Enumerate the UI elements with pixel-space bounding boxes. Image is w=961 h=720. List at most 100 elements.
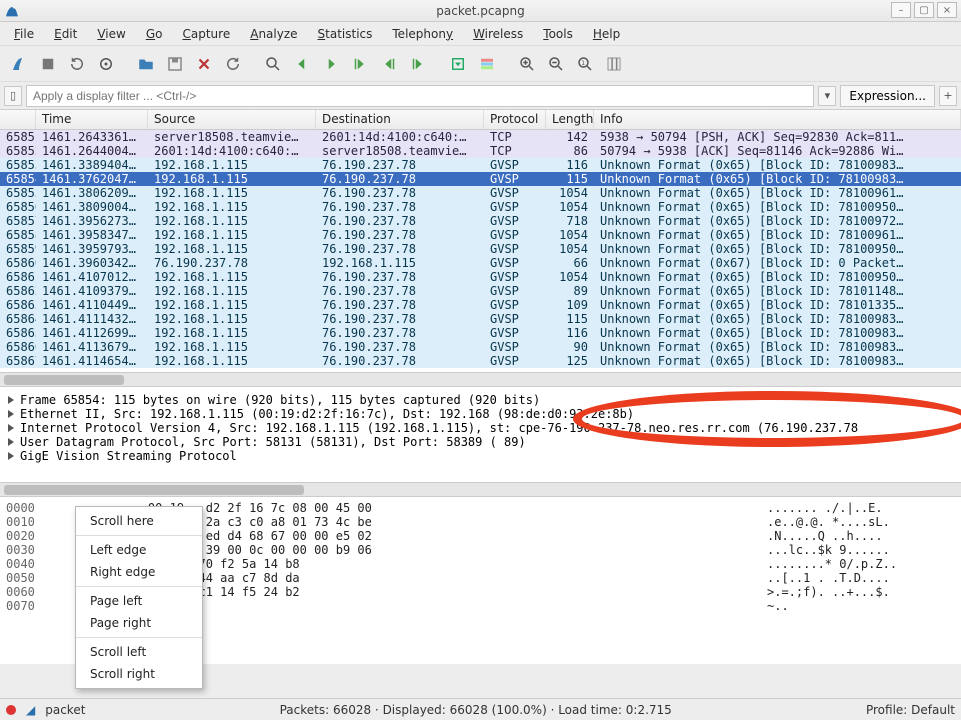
restart-icon[interactable] (64, 51, 90, 77)
col-header-dest[interactable]: Destination (316, 110, 484, 129)
packet-list-header: Time Source Destination Protocol Length … (0, 110, 961, 130)
menu-analyze[interactable]: Analyze (242, 24, 305, 44)
minimize-button[interactable]: – (891, 2, 911, 18)
autoscroll-icon[interactable] (445, 51, 471, 77)
col-header-length[interactable]: Length (546, 110, 594, 129)
table-row[interactable]: 658511461.2643361…server18508.teamvie…26… (0, 130, 961, 144)
table-row[interactable]: 658581461.3958347…192.168.1.11576.190.23… (0, 228, 961, 242)
expand-icon[interactable] (8, 410, 14, 418)
detail-line: Ethernet II, Src: 192.168.1.115 (00:19:d… (20, 407, 634, 421)
options-icon[interactable] (93, 51, 119, 77)
open-icon[interactable] (133, 51, 159, 77)
capture-icon: ◢ (26, 703, 35, 717)
add-filter-button[interactable]: + (939, 86, 957, 106)
expand-icon[interactable] (8, 424, 14, 432)
table-row[interactable]: 658611461.4107012…192.168.1.11576.190.23… (0, 270, 961, 284)
close-file-icon[interactable] (191, 51, 217, 77)
status-profile[interactable]: Profile: Default (866, 703, 955, 717)
zoom-reset-icon[interactable]: 1 (572, 51, 598, 77)
save-icon[interactable] (162, 51, 188, 77)
jump-icon[interactable] (347, 51, 373, 77)
details-hscroll[interactable] (0, 482, 961, 496)
col-header-source[interactable]: Source (148, 110, 316, 129)
table-row[interactable]: 658631461.4110449…192.168.1.11576.190.23… (0, 298, 961, 312)
zoom-out-icon[interactable] (543, 51, 569, 77)
first-icon[interactable] (376, 51, 402, 77)
expand-icon[interactable] (8, 396, 14, 404)
status-packets: Packets: 66028 · Displayed: 66028 (100.0… (95, 703, 856, 717)
table-row[interactable]: 658561461.3809004…192.168.1.11576.190.23… (0, 200, 961, 214)
ctx-page-left[interactable]: Page left (76, 590, 202, 612)
menu-tools[interactable]: Tools (535, 24, 581, 44)
menu-wireless[interactable]: Wireless (465, 24, 531, 44)
table-row[interactable]: 658641461.4111432…192.168.1.11576.190.23… (0, 312, 961, 326)
menu-help[interactable]: Help (585, 24, 628, 44)
table-row[interactable]: 658671461.4114654…192.168.1.11576.190.23… (0, 354, 961, 368)
table-row[interactable]: 658551461.3806209…192.168.1.11576.190.23… (0, 186, 961, 200)
find-icon[interactable] (260, 51, 286, 77)
ctx-left-edge[interactable]: Left edge (76, 539, 202, 561)
titlebar: packet.pcapng – ▢ × (0, 0, 961, 22)
prev-icon[interactable] (289, 51, 315, 77)
packet-list: Time Source Destination Protocol Length … (0, 110, 961, 386)
table-row[interactable]: 658521461.2644004…2601:14d:4100:c640:…se… (0, 144, 961, 158)
menu-view[interactable]: View (89, 24, 133, 44)
table-row[interactable]: 658661461.4113679…192.168.1.11576.190.23… (0, 340, 961, 354)
close-button[interactable]: × (937, 2, 957, 18)
table-row[interactable]: 658621461.4109379…192.168.1.11576.190.23… (0, 284, 961, 298)
menu-file[interactable]: File (6, 24, 42, 44)
col-header-no[interactable] (0, 110, 36, 129)
hex-ascii: ....... ./.|..E. .e..@.@. *....sL. .N...… (767, 501, 957, 660)
bookmark-icon[interactable]: ▯ (4, 86, 22, 106)
ctx-scroll-here[interactable]: Scroll here (76, 510, 202, 532)
last-icon[interactable] (405, 51, 431, 77)
filter-dropdown-icon[interactable]: ▾ (818, 86, 836, 106)
col-header-protocol[interactable]: Protocol (484, 110, 546, 129)
menu-go[interactable]: Go (138, 24, 171, 44)
col-header-info[interactable]: Info (594, 110, 961, 129)
reload-icon[interactable] (220, 51, 246, 77)
ctx-page-right[interactable]: Page right (76, 612, 202, 634)
resize-columns-icon[interactable] (601, 51, 627, 77)
filter-bar: ▯ ▾ Expression... + (0, 82, 961, 110)
status-bar: ◢ packet Packets: 66028 · Displayed: 660… (0, 698, 961, 720)
menu-edit[interactable]: Edit (46, 24, 85, 44)
expert-info-icon[interactable] (6, 705, 16, 715)
expression-button[interactable]: Expression... (840, 85, 935, 107)
shark-fin-icon[interactable] (6, 51, 32, 77)
hex-offsets: 0000 0010 0020 0030 0040 0050 0060 0070 (6, 501, 54, 660)
table-row[interactable]: 658531461.3389404…192.168.1.11576.190.23… (0, 158, 961, 172)
detail-line: GigE Vision Streaming Protocol (20, 449, 237, 463)
toolbar: 1 (0, 46, 961, 82)
menu-statistics[interactable]: Statistics (310, 24, 381, 44)
maximize-button[interactable]: ▢ (914, 2, 934, 18)
ctx-scroll-left[interactable]: Scroll left (76, 641, 202, 663)
table-row[interactable]: 658541461.3762047…192.168.1.11576.190.23… (0, 172, 961, 186)
menu-capture[interactable]: Capture (174, 24, 238, 44)
packet-details[interactable]: Frame 65854: 115 bytes on wire (920 bits… (0, 386, 961, 482)
display-filter-input[interactable] (26, 85, 814, 107)
scroll-context-menu: Scroll here Left edge Right edge Page le… (75, 506, 203, 689)
detail-line: User Datagram Protocol, Src Port: 58131 … (20, 435, 526, 449)
col-header-time[interactable]: Time (36, 110, 148, 129)
table-row[interactable]: 658651461.4112699…192.168.1.11576.190.23… (0, 326, 961, 340)
menubar: File Edit View Go Capture Analyze Statis… (0, 22, 961, 46)
expand-icon[interactable] (8, 452, 14, 460)
ctx-scroll-right[interactable]: Scroll right (76, 663, 202, 685)
packet-list-hscroll[interactable] (0, 372, 961, 386)
detail-line: Internet Protocol Version 4, Src: 192.16… (20, 421, 858, 435)
table-row[interactable]: 658591461.3959793…192.168.1.11576.190.23… (0, 242, 961, 256)
expand-icon[interactable] (8, 438, 14, 446)
detail-line: Frame 65854: 115 bytes on wire (920 bits… (20, 393, 540, 407)
table-row[interactable]: 658571461.3956273…192.168.1.11576.190.23… (0, 214, 961, 228)
zoom-in-icon[interactable] (514, 51, 540, 77)
ctx-right-edge[interactable]: Right edge (76, 561, 202, 583)
status-file: packet (45, 703, 85, 717)
table-row[interactable]: 658601461.3960342…76.190.237.78192.168.1… (0, 256, 961, 270)
packet-list-body[interactable]: 658511461.2643361…server18508.teamvie…26… (0, 130, 961, 372)
next-icon[interactable] (318, 51, 344, 77)
window-title: packet.pcapng (0, 4, 961, 18)
stop-icon[interactable] (35, 51, 61, 77)
colorize-icon[interactable] (474, 51, 500, 77)
menu-telephony[interactable]: Telephony (384, 24, 461, 44)
